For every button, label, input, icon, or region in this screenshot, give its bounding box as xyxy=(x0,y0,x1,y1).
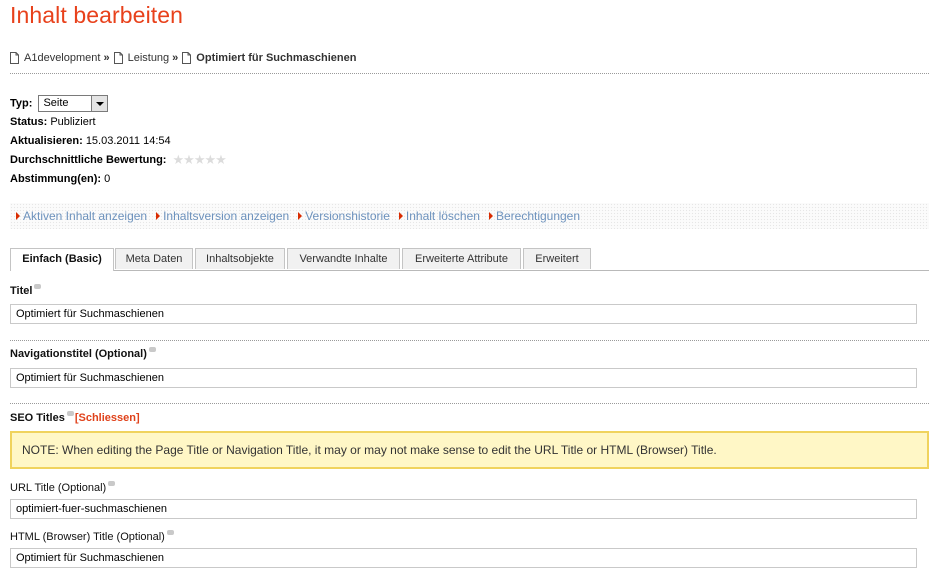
seo-note: NOTE: When editing the Page Title or Nav… xyxy=(10,431,929,469)
typ-row: Typ: Seite xyxy=(10,95,109,112)
tab-einfach-basic[interactable]: Einfach (Basic) xyxy=(10,248,114,271)
typ-select[interactable]: Seite xyxy=(38,95,109,112)
votes-label: Abstimmung(en): xyxy=(10,173,102,185)
close-seo-link[interactable]: [Schliessen] xyxy=(75,412,140,424)
arrow-right-icon xyxy=(156,212,161,220)
page-icon xyxy=(113,52,123,64)
help-bubble-icon[interactable] xyxy=(108,481,116,486)
breadcrumb-current: Optimiert für Suchmaschienen xyxy=(182,52,356,64)
updated-label: Aktualisieren: xyxy=(10,135,83,147)
help-bubble-icon[interactable] xyxy=(166,530,174,535)
url-label-row: URL Title (Optional) xyxy=(10,481,116,494)
arrow-right-icon xyxy=(488,212,493,220)
divider xyxy=(10,403,929,404)
breadcrumb-label: Leistung xyxy=(127,52,170,64)
rating-row: Durchschnittliche Bewertung: ★★★★★ xyxy=(10,152,227,168)
seo-label-row: SEO Titles [Schliessen] xyxy=(10,411,140,424)
action-permissions[interactable]: Berechtigungen xyxy=(488,209,581,223)
navtitel-label-row: Navigationstitel (Optional) xyxy=(10,347,156,360)
arrow-right-icon xyxy=(298,212,303,220)
updated-row: Aktualisieren: 15.03.2011 14:54 xyxy=(10,135,171,147)
typ-label: Typ: xyxy=(10,97,33,110)
url-title-input[interactable] xyxy=(10,499,917,519)
arrow-right-icon xyxy=(398,212,403,220)
breadcrumb: A1development » Leistung » Optimiert für… xyxy=(10,49,356,67)
breadcrumb-label: Optimiert für Suchmaschienen xyxy=(196,52,357,64)
tab-meta-daten[interactable]: Meta Daten xyxy=(115,248,193,269)
page-icon xyxy=(10,52,19,64)
action-version-history[interactable]: Versionshistorie xyxy=(298,209,390,223)
url-title-label: URL Title (Optional) xyxy=(10,482,107,494)
breadcrumb-item[interactable]: A1development xyxy=(10,52,100,64)
tab-bar: Einfach (Basic) Meta Daten Inhaltsobjekt… xyxy=(10,248,929,271)
votes-value: 0 xyxy=(104,173,111,185)
titel-input[interactable] xyxy=(10,304,917,324)
navtitel-label: Navigationstitel (Optional) xyxy=(10,348,147,360)
status-label: Status: xyxy=(10,116,48,128)
star-rating-icon[interactable]: ★★★★★ xyxy=(173,152,227,168)
breadcrumb-label: A1development xyxy=(24,52,101,64)
divider xyxy=(10,73,929,74)
html-title-input[interactable] xyxy=(10,548,917,568)
tab-verwandte-inhalte[interactable]: Verwandte Inhalte xyxy=(287,248,400,269)
titel-label: Titel xyxy=(10,285,33,297)
action-label: Berechtigungen xyxy=(495,209,581,223)
votes-row: Abstimmung(en): 0 xyxy=(10,173,110,185)
action-label: Versionshistorie xyxy=(305,209,390,223)
seo-label: SEO Titles xyxy=(10,412,65,424)
breadcrumb-separator: » xyxy=(103,52,110,64)
breadcrumb-separator: » xyxy=(172,52,179,64)
status-value: Publiziert xyxy=(50,116,96,128)
html-title-label-row: HTML (Browser) Title (Optional) xyxy=(10,530,174,543)
help-bubble-icon[interactable] xyxy=(148,347,156,352)
breadcrumb-item[interactable]: Leistung xyxy=(113,52,170,64)
page-icon xyxy=(182,52,192,64)
divider xyxy=(10,340,929,341)
action-bar: Aktiven Inhalt anzeigen Inhaltsversion a… xyxy=(10,203,929,229)
tab-erweiterte-attribute[interactable]: Erweiterte Attribute xyxy=(402,248,521,269)
updated-value: 15.03.2011 14:54 xyxy=(85,135,171,147)
titel-label-row: Titel xyxy=(10,284,42,297)
action-label: Inhaltsversion anzeigen xyxy=(163,209,290,223)
html-title-label: HTML (Browser) Title (Optional) xyxy=(10,531,165,543)
chevron-down-icon[interactable] xyxy=(91,96,108,111)
page-title: Inhalt bearbeiten xyxy=(10,2,184,28)
action-delete-content[interactable]: Inhalt löschen xyxy=(398,209,480,223)
action-show-content-version[interactable]: Inhaltsversion anzeigen xyxy=(156,209,289,223)
arrow-right-icon xyxy=(16,212,20,220)
tab-erweitert[interactable]: Erweitert xyxy=(523,248,591,269)
help-bubble-icon[interactable] xyxy=(66,411,74,416)
status-row: Status: Publiziert xyxy=(10,116,96,128)
typ-select-value: Seite xyxy=(43,97,69,109)
navtitel-input[interactable] xyxy=(10,368,917,388)
tab-inhaltsobjekte[interactable]: Inhaltsobjekte xyxy=(195,248,285,269)
action-show-active-content[interactable]: Aktiven Inhalt anzeigen xyxy=(16,209,147,223)
help-bubble-icon[interactable] xyxy=(34,284,42,289)
action-label: Inhalt löschen xyxy=(405,209,480,223)
rating-label: Durchschnittliche Bewertung: xyxy=(10,153,167,166)
action-label: Aktiven Inhalt anzeigen xyxy=(23,209,148,223)
